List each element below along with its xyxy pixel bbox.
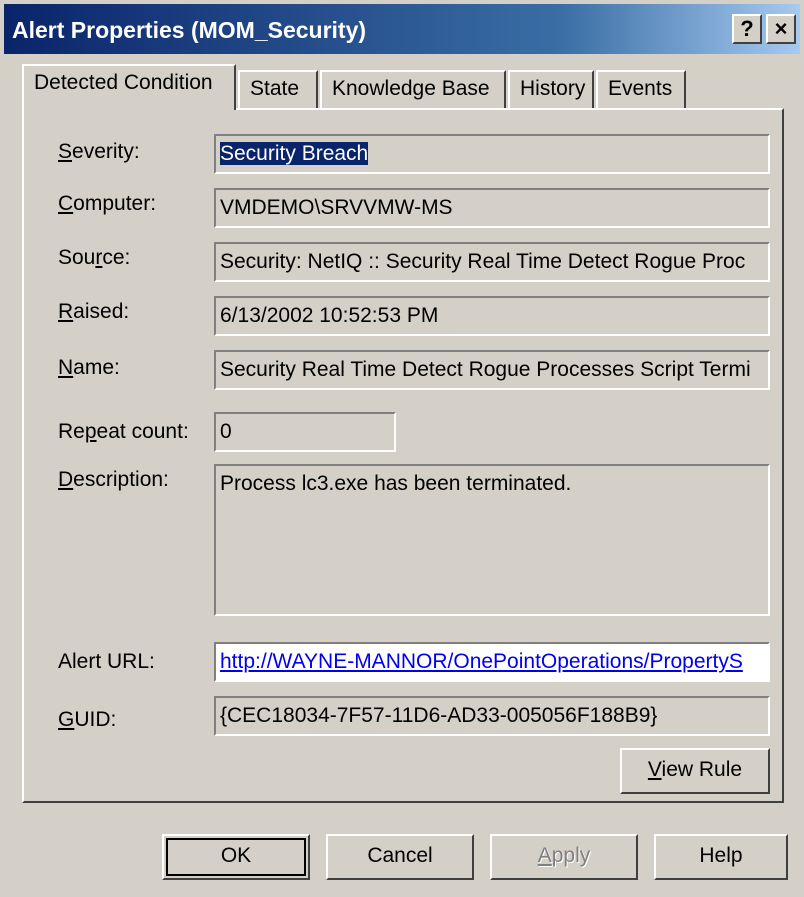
description-field[interactable]: Process lc3.exe has been terminated. xyxy=(214,464,770,616)
tab-label: Events xyxy=(608,77,673,100)
dialog-window: Alert Properties (MOM_Security) ? × Dete… xyxy=(0,0,804,897)
guid-label: GUID: xyxy=(58,708,117,731)
repeat-count-value: 0 xyxy=(220,420,232,443)
source-field[interactable]: Security: NetIQ :: Security Real Time De… xyxy=(214,242,770,282)
guid-value: {CEC18034-7F57-11D6-AD33-005056F188B9} xyxy=(220,704,658,727)
cancel-button[interactable]: Cancel xyxy=(326,834,474,880)
tab-detected-condition[interactable]: Detected Condition xyxy=(22,64,236,110)
computer-label: Computer: xyxy=(58,192,157,215)
guid-field[interactable]: {CEC18034-7F57-11D6-AD33-005056F188B9} xyxy=(214,696,770,736)
tab-knowledge-base[interactable]: Knowledge Base xyxy=(320,70,506,108)
raised-label: Raised: xyxy=(58,300,130,323)
source-label: Source: xyxy=(58,246,131,269)
help-icon[interactable]: ? xyxy=(732,14,762,44)
source-value: Security: NetIQ :: Security Real Time De… xyxy=(220,250,746,273)
close-icon[interactable]: × xyxy=(766,14,796,44)
severity-label: Severity: xyxy=(58,140,140,163)
tab-label: History xyxy=(520,77,586,100)
alert-url-field[interactable]: http://WAYNE-MANNOR/OnePointOperations/P… xyxy=(214,642,770,682)
name-field[interactable]: Security Real Time Detect Rogue Processe… xyxy=(214,350,770,390)
title-bar[interactable]: Alert Properties (MOM_Security) ? × xyxy=(4,4,800,54)
tab-label: State xyxy=(250,77,300,100)
repeat-count-label: Repeat count: xyxy=(58,420,189,443)
alert-url-link[interactable]: http://WAYNE-MANNOR/OnePointOperations/P… xyxy=(220,650,743,673)
tab-label: Detected Condition xyxy=(34,71,213,94)
description-label: Description: xyxy=(58,468,169,491)
description-value: Process lc3.exe has been terminated. xyxy=(220,472,572,495)
window-title: Alert Properties (MOM_Security) xyxy=(12,17,367,43)
severity-value: Security Breach xyxy=(220,142,369,165)
raised-value: 6/13/2002 10:52:53 PM xyxy=(220,304,439,327)
tab-history[interactable]: History xyxy=(508,70,594,108)
tab-state[interactable]: State xyxy=(238,70,318,108)
help-button[interactable]: Help xyxy=(654,834,788,880)
apply-button[interactable]: Apply xyxy=(490,834,638,880)
name-label: Name: xyxy=(58,356,120,379)
tab-events[interactable]: Events xyxy=(596,70,686,108)
repeat-count-field[interactable]: 0 xyxy=(214,412,396,452)
computer-field[interactable]: VMDEMO\SRVVMW-MS xyxy=(214,188,770,228)
computer-value: VMDEMO\SRVVMW-MS xyxy=(220,196,453,219)
view-rule-button[interactable]: View Rule xyxy=(620,748,770,794)
severity-field[interactable]: Security Breach xyxy=(214,134,770,174)
raised-field[interactable]: 6/13/2002 10:52:53 PM xyxy=(214,296,770,336)
tab-label: Knowledge Base xyxy=(332,77,490,100)
alert-url-label: Alert URL: xyxy=(58,650,155,673)
name-value: Security Real Time Detect Rogue Processe… xyxy=(220,358,751,381)
ok-button[interactable]: OK xyxy=(162,834,310,880)
detected-condition-panel: Severity: Security Breach Computer: VMDE… xyxy=(22,108,784,803)
